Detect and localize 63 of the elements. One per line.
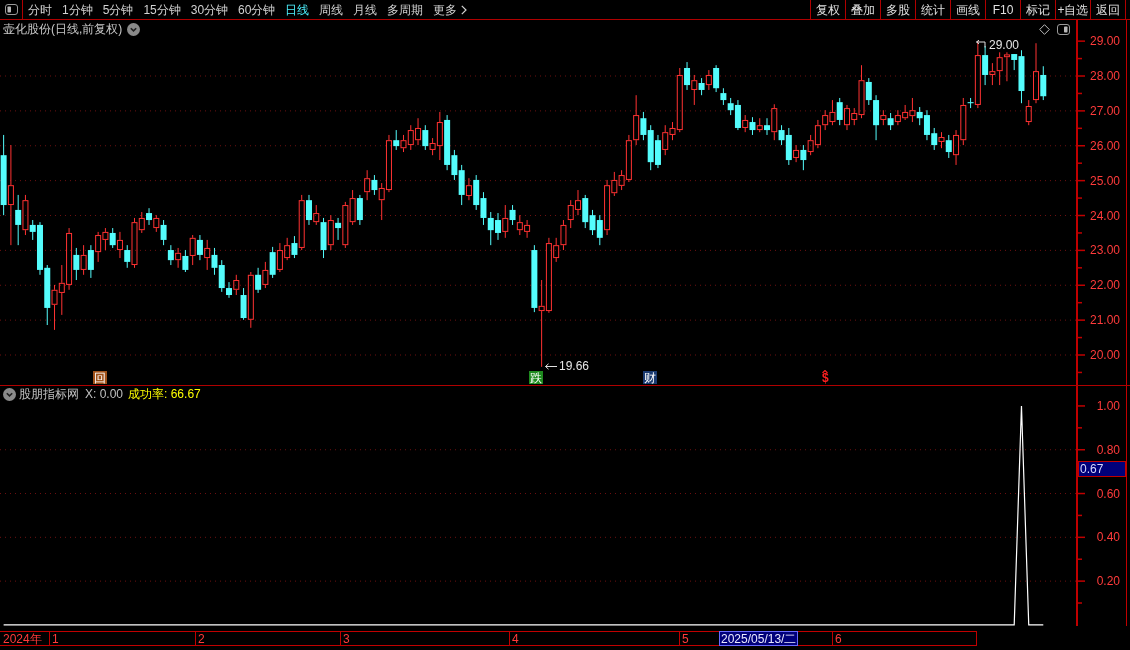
month-label: 6: [835, 632, 842, 645]
success-rate-reading: 成功率: 66.67: [128, 388, 201, 400]
event-marker[interactable]: $: [822, 370, 829, 384]
period-tab[interactable]: 分时: [28, 3, 52, 16]
price-axis-label: 21.00: [1089, 313, 1120, 328]
price-axis-label: 28.00: [1089, 69, 1120, 83]
month-label: 2: [198, 632, 205, 645]
dropdown-icon[interactable]: [127, 22, 141, 36]
toolbar-button[interactable]: 画线: [950, 0, 985, 19]
event-marker[interactable]: 回: [93, 371, 107, 384]
price-axis-label: 29.00: [1089, 34, 1120, 49]
event-marker[interactable]: 财: [643, 371, 657, 384]
high-price-label: 29.00: [988, 39, 1021, 51]
price-axis-label: 23.00: [1089, 243, 1120, 258]
toolbar-button[interactable]: +自选: [1055, 0, 1090, 19]
period-tab[interactable]: 月线: [353, 3, 378, 16]
toolbar-button[interactable]: 复权: [810, 0, 845, 19]
toolbar-button[interactable]: F10: [985, 0, 1020, 19]
price-axis-label: 27.00: [1089, 103, 1120, 118]
month-label: 3: [343, 632, 350, 645]
indicator-axis-label: 1.00: [1096, 398, 1120, 413]
caret-icon: [822, 370, 829, 373]
toolbar-button[interactable]: 叠加: [845, 0, 880, 19]
diamond-icon[interactable]: [1039, 23, 1050, 35]
period-tab[interactable]: 15分钟: [143, 3, 181, 16]
panel-icon[interactable]: [4, 4, 18, 15]
toolbar-button[interactable]: 统计: [915, 0, 950, 19]
chart-title: 壶化股份(日线,前复权): [3, 23, 123, 35]
period-tab[interactable]: 30分钟: [190, 3, 229, 16]
more-menu[interactable]: 更多: [433, 3, 468, 16]
indicator-axis-label: 0.60: [1096, 486, 1120, 501]
arrow-icon: [975, 40, 986, 48]
indicator-reading: X: 0.00: [85, 388, 124, 400]
period-tab[interactable]: 5分钟: [102, 3, 134, 16]
period-tab[interactable]: 1分钟: [62, 3, 93, 16]
toolbar-button[interactable]: 多股: [880, 0, 915, 19]
price-axis-label: 25.00: [1089, 173, 1120, 188]
toolbar-button[interactable]: 返回: [1090, 0, 1125, 19]
toolbar-button[interactable]: 标记: [1020, 0, 1055, 19]
month-label: 4: [512, 632, 519, 645]
period-tab[interactable]: 多周期: [387, 3, 424, 16]
event-marker[interactable]: 跌: [529, 371, 543, 384]
period-tab[interactable]: 60分钟: [238, 3, 276, 16]
price-axis-label: 26.00: [1089, 138, 1120, 153]
indicator-axis-label: 0.20: [1096, 574, 1120, 589]
indicator-axis-label: 0.80: [1096, 442, 1120, 457]
dropdown-icon[interactable]: [3, 387, 16, 401]
cursor-date-label: 2025/05/13/二: [719, 631, 799, 646]
indicator-axis-label: 0.40: [1096, 530, 1120, 545]
month-label: 5: [682, 632, 689, 645]
year-label: 2024年: [3, 632, 42, 645]
indicator-name: 股朋指标网: [19, 388, 79, 400]
current-value-label: 0.67: [1078, 461, 1126, 477]
panel-icon[interactable]: [1057, 23, 1070, 35]
period-tab[interactable]: 日线: [285, 3, 310, 16]
price-axis-label: 24.00: [1089, 208, 1120, 223]
period-tab[interactable]: 周线: [319, 3, 344, 16]
month-label: 1: [52, 632, 59, 645]
low-price-label: 19.66: [559, 360, 590, 372]
chevron-right-icon: [461, 4, 468, 15]
price-axis-label: 22.00: [1089, 278, 1120, 293]
price-axis-label: 20.00: [1089, 348, 1120, 362]
arrow-icon: [545, 363, 557, 370]
